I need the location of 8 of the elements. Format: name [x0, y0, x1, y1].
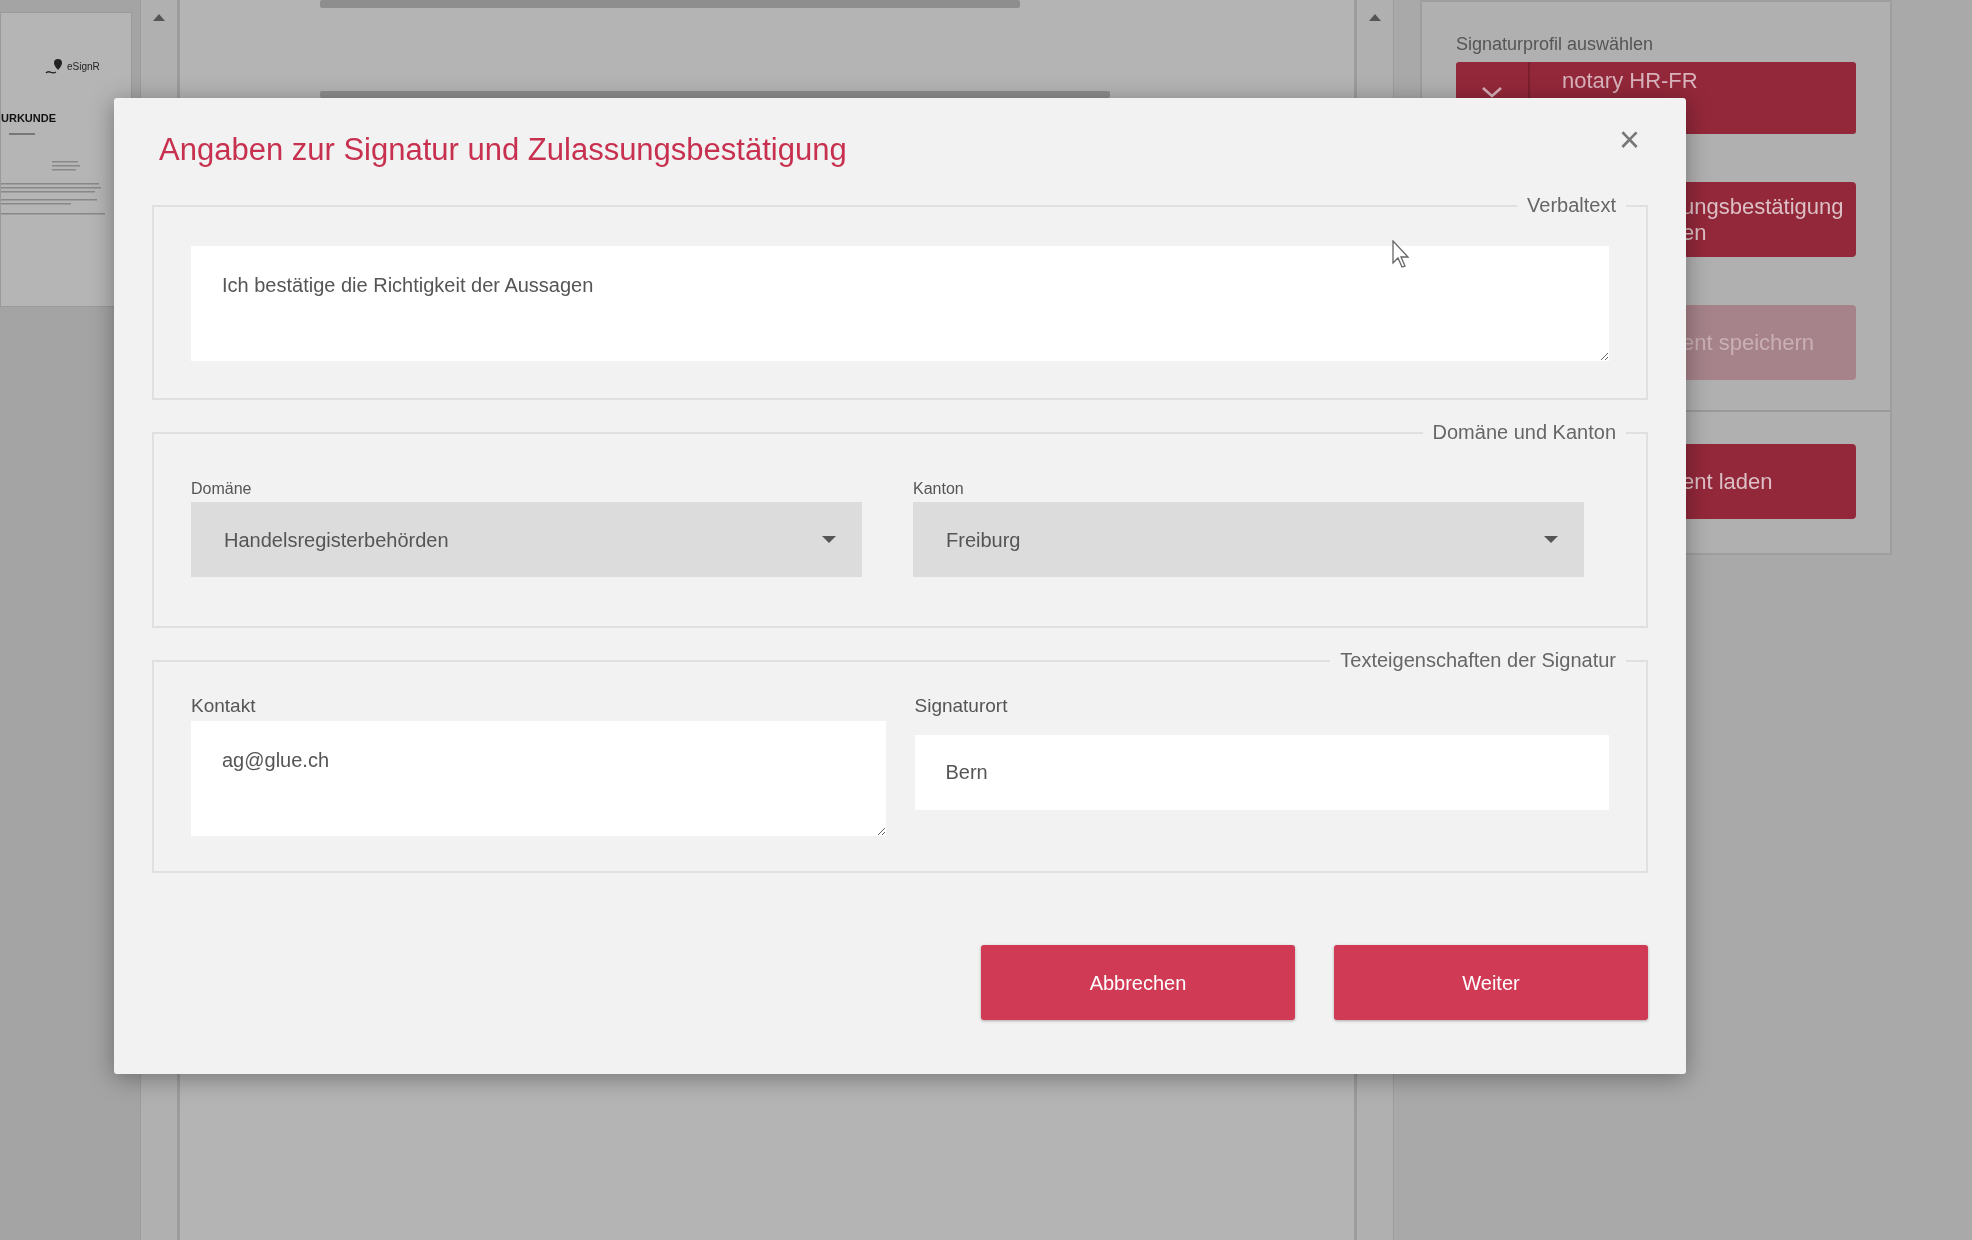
field-label: Signaturort — [914, 694, 1009, 718]
field-label: Kanton — [913, 479, 965, 499]
field-label: Signaturprofil auswählen — [1456, 33, 1655, 56]
dialog-title: Angaben zur Signatur und Zulassungsbestätigung — [159, 131, 847, 169]
field-label: Kontakt — [191, 694, 257, 718]
document-heading: URKUNDE — [1, 111, 56, 126]
logo-text: eSignR — [67, 59, 100, 74]
field-label: Domäne — [191, 479, 253, 499]
